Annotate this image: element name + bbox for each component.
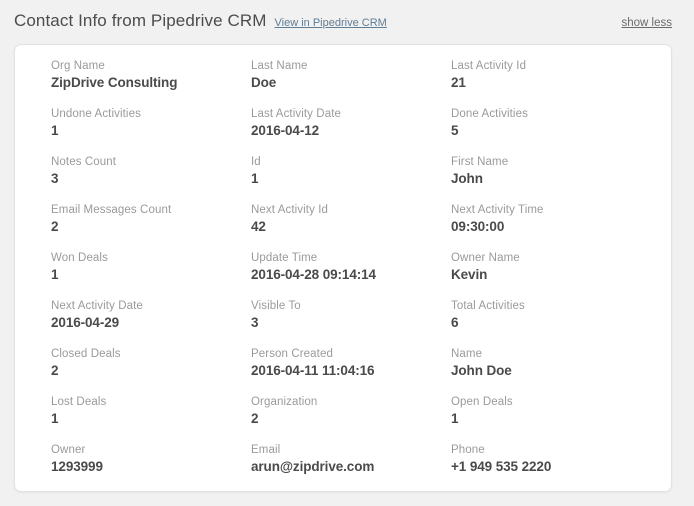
field-label: Last Name xyxy=(251,60,308,72)
contact-field: Owner Name Kevin xyxy=(415,251,671,299)
contact-info-panel: Contact Info from Pipedrive CRM View in … xyxy=(0,0,694,506)
field-label: Email xyxy=(251,444,281,456)
contact-field: Last Name Doe xyxy=(215,59,415,107)
field-label: Owner xyxy=(51,444,86,456)
field-value: 6 xyxy=(451,315,459,330)
field-value: +1 949 535 2220 xyxy=(451,459,552,474)
field-value: 2016-04-29 xyxy=(51,315,120,330)
contact-field: Done Activities 5 xyxy=(415,107,671,155)
contact-field: Last Activity Date 2016-04-12 xyxy=(215,107,415,155)
field-value: John xyxy=(451,171,483,186)
contact-field: Lost Deals 1 xyxy=(15,395,215,443)
page-title: Contact Info from Pipedrive CRM xyxy=(14,11,267,30)
contact-field-grid: Org Name ZipDrive Consulting Last Name Doe L… xyxy=(15,45,671,491)
field-label: Won Deals xyxy=(51,252,108,264)
field-value: 1 xyxy=(451,411,459,426)
field-value: 1 xyxy=(51,123,59,138)
field-value: John Doe xyxy=(451,363,512,378)
field-value: Doe xyxy=(251,75,277,90)
contact-field: Notes Count 3 xyxy=(15,155,215,203)
field-value: 3 xyxy=(251,315,259,330)
field-label: Phone xyxy=(451,444,485,456)
field-label: Email Messages Count xyxy=(51,204,172,216)
field-value: 2016-04-11 11:04:16 xyxy=(251,363,375,378)
contact-field: Person Created 2016-04-11 11:04:16 xyxy=(215,347,415,395)
field-label: Done Activities xyxy=(451,108,528,120)
field-label: Owner Name xyxy=(451,252,520,264)
field-label: Next Activity Time xyxy=(451,204,544,216)
contact-field: Undone Activities 1 xyxy=(15,107,215,155)
field-label: Organization xyxy=(251,396,318,408)
field-value: 1 xyxy=(51,267,59,282)
field-value: Kevin xyxy=(451,267,488,282)
field-label: First Name xyxy=(451,156,509,168)
contact-info-card: Org Name ZipDrive Consulting Last Name Doe L… xyxy=(14,44,672,492)
field-label: Total Activities xyxy=(451,300,525,312)
field-value: 2016-04-28 09:14:14 xyxy=(251,267,376,282)
contact-field: Owner 1293999 xyxy=(15,443,215,491)
field-value: 1 xyxy=(51,411,59,426)
contact-field: Open Deals 1 xyxy=(415,395,671,443)
field-label: Update Time xyxy=(251,252,318,264)
contact-field: Next Activity Date 2016-04-29 xyxy=(15,299,215,347)
field-value: 5 xyxy=(451,123,459,138)
contact-field: Email arun@zipdrive.com xyxy=(215,443,415,491)
contact-field: Next Activity Time 09:30:00 xyxy=(415,203,671,251)
field-label: Person Created xyxy=(251,348,333,360)
field-label: Visible To xyxy=(251,300,301,312)
show-less-toggle[interactable]: show less xyxy=(622,13,673,33)
field-value: arun@zipdrive.com xyxy=(251,459,375,474)
contact-field: Update Time 2016-04-28 09:14:14 xyxy=(215,251,415,299)
field-label: Closed Deals xyxy=(51,348,121,360)
contact-field: Next Activity Id 42 xyxy=(215,203,415,251)
field-label: Next Activity Id xyxy=(251,204,329,216)
field-label: Lost Deals xyxy=(51,396,107,408)
contact-field: First Name John xyxy=(415,155,671,203)
field-label: Org Name xyxy=(51,60,105,72)
field-value: 09:30:00 xyxy=(451,219,505,234)
contact-field: Name John Doe xyxy=(415,347,671,395)
field-value: 42 xyxy=(251,219,266,234)
contact-field: Won Deals 1 xyxy=(15,251,215,299)
contact-field: Id 1 xyxy=(215,155,415,203)
contact-field: Last Activity Id 21 xyxy=(415,59,671,107)
field-value: 2016-04-12 xyxy=(251,123,320,138)
contact-field: Email Messages Count 2 xyxy=(15,203,215,251)
field-value: 21 xyxy=(451,75,466,90)
view-in-pipedrive-crm-link[interactable]: View in Pipedrive CRM xyxy=(275,13,387,33)
contact-field: Org Name ZipDrive Consulting xyxy=(15,59,215,107)
field-label: Last Activity Id xyxy=(451,60,527,72)
panel-header: Contact Info from Pipedrive CRM View in … xyxy=(0,0,694,44)
field-label: Last Activity Date xyxy=(251,108,342,120)
field-value: 3 xyxy=(51,171,59,186)
contact-field: Phone +1 949 535 2220 xyxy=(415,443,671,491)
field-label: Undone Activities xyxy=(51,108,141,120)
contact-field: Visible To 3 xyxy=(215,299,415,347)
field-value: 2 xyxy=(51,219,59,234)
field-label: Id xyxy=(251,156,261,168)
contact-field: Total Activities 6 xyxy=(415,299,671,347)
contact-field: Closed Deals 2 xyxy=(15,347,215,395)
field-value: ZipDrive Consulting xyxy=(51,75,178,90)
field-label: Name xyxy=(451,348,483,360)
contact-field: Organization 2 xyxy=(215,395,415,443)
field-label: Notes Count xyxy=(51,156,117,168)
field-value: 1 xyxy=(251,171,259,186)
field-value: 1293999 xyxy=(51,459,103,474)
field-value: 2 xyxy=(251,411,259,426)
field-label: Open Deals xyxy=(451,396,513,408)
field-label: Next Activity Date xyxy=(51,300,143,312)
field-value: 2 xyxy=(51,363,59,378)
